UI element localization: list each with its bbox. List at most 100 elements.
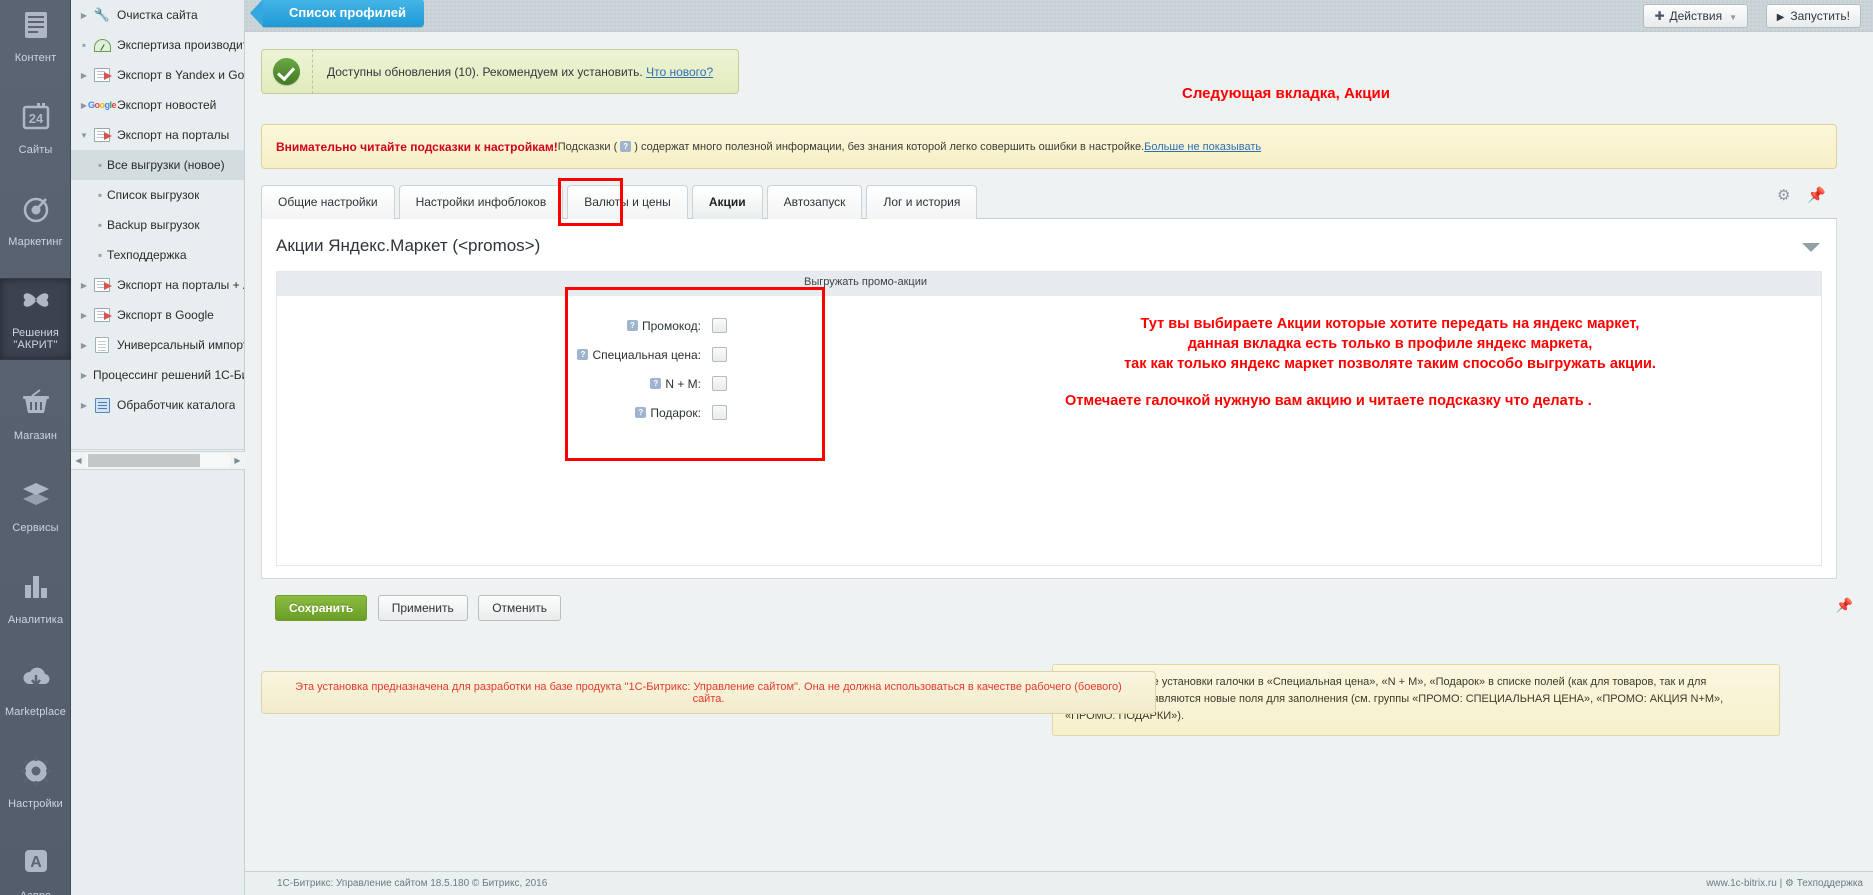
- export-doc-icon: [91, 307, 113, 323]
- tree-item-site-cleanup[interactable]: ▶ 🔧 Очистка сайта: [71, 0, 244, 30]
- tree-item-export-portals-api[interactable]: ▶ Экспорт на порталы + API: [71, 270, 244, 300]
- rail-item-label-2: "АКРИТ": [13, 339, 57, 351]
- tree-horizontal-scrollbar[interactable]: ◀ ▶: [71, 451, 245, 470]
- rail-item-aspro[interactable]: A Аспро: [0, 842, 71, 895]
- chevron-right-icon[interactable]: ▶: [77, 11, 91, 20]
- tree-item-label: Универсальный импорт: [117, 338, 244, 352]
- scroll-left-icon[interactable]: ◀: [71, 456, 86, 465]
- rail-item-services[interactable]: Сервисы: [0, 474, 71, 542]
- actions-button[interactable]: ✚Действия▼: [1643, 4, 1748, 28]
- bullet-icon: ▪: [93, 218, 107, 232]
- dont-show-again-link[interactable]: Больше не показывать: [1144, 141, 1261, 153]
- tree-item-label: Экспорт новостей: [117, 98, 216, 112]
- check-circle-icon: [273, 58, 300, 85]
- tree-item-export-list[interactable]: ▪ Список выгрузок: [71, 180, 244, 210]
- gift-checkbox[interactable]: [712, 405, 727, 420]
- pin-icon[interactable]: 📌: [1836, 597, 1853, 614]
- apply-button[interactable]: Применить: [378, 595, 468, 621]
- tab-infoblock-settings[interactable]: Настройки инфоблоков: [399, 185, 564, 219]
- top-toolbar: Список профилей ✚Действия▼ ▶Запустить!: [245, 0, 1873, 32]
- tree-scroll-area[interactable]: ▶ 🔧 Очистка сайта ▪ Экспертиза производи…: [71, 0, 244, 450]
- scrollbar-thumb[interactable]: [88, 454, 200, 467]
- promocode-checkbox[interactable]: [712, 318, 727, 333]
- tab-general-settings[interactable]: Общие настройки: [261, 185, 395, 219]
- tab-currencies-prices[interactable]: Валюты и цены: [567, 185, 688, 219]
- tree-item-label: Экспорт на порталы: [117, 128, 229, 142]
- whats-new-link[interactable]: Что нового?: [646, 65, 713, 79]
- save-button[interactable]: Сохранить: [275, 595, 367, 621]
- tree-item-backup-exports[interactable]: ▪ Backup выгрузок: [71, 210, 244, 240]
- tab-autostart[interactable]: Автозапуск: [767, 185, 863, 219]
- rail-item-label: Решения: [12, 327, 59, 339]
- tree-item-export-google[interactable]: ▶ Экспорт в Google: [71, 300, 244, 330]
- tree-item-label: Техподдержка: [107, 248, 187, 262]
- export-doc-icon: [91, 277, 113, 293]
- page-title: Акции Яндекс.Маркет (<promos>): [262, 219, 1836, 270]
- shop-basket-icon: [19, 388, 53, 422]
- run-button[interactable]: ▶Запустить!: [1766, 4, 1861, 28]
- hints-warning-text-after: ) содержат много полезной информации, бе…: [634, 141, 1144, 153]
- aspro-a-icon: A: [19, 848, 53, 882]
- rail-item-marketing[interactable]: Маркетинг: [0, 188, 71, 256]
- tab-toolbar-icons: ⚙ 📌: [1777, 186, 1837, 210]
- special-price-checkbox[interactable]: [712, 347, 727, 362]
- n-plus-m-checkbox[interactable]: [712, 376, 727, 391]
- scrollbar-track[interactable]: [86, 454, 230, 467]
- svg-text:24: 24: [28, 111, 43, 126]
- tree-item-catalog-handler[interactable]: ▶ Обработчик каталога: [71, 390, 244, 420]
- google-news-icon: Google: [91, 97, 113, 113]
- chevron-right-icon[interactable]: ▶: [77, 281, 91, 290]
- tree-item-performance[interactable]: ▪ Экспертиза производительности: [71, 30, 244, 60]
- footer-support-link[interactable]: Техподдержка: [1797, 878, 1863, 889]
- chevron-right-icon[interactable]: ▶: [77, 311, 91, 320]
- rail-item-marketplace[interactable]: Marketplace: [0, 658, 71, 726]
- chevron-right-icon[interactable]: ▶: [77, 401, 91, 410]
- chevron-right-icon[interactable]: ▶: [77, 341, 91, 350]
- svg-text:A: A: [30, 854, 42, 871]
- chevron-right-icon[interactable]: ▶: [77, 371, 91, 380]
- rail-item-label: Аспро: [0, 890, 71, 895]
- question-mark-icon[interactable]: ?: [627, 320, 638, 331]
- rail-item-label: Аналитика: [0, 614, 71, 626]
- footer-site-link[interactable]: www.1c-bitrix.ru: [1706, 878, 1777, 889]
- bullet-icon: ▪: [77, 38, 91, 52]
- tree-item-support[interactable]: ▪ Техподдержка: [71, 240, 244, 270]
- rail-item-analytics[interactable]: Аналитика: [0, 566, 71, 634]
- marketplace-cloud-icon: [19, 664, 53, 698]
- scroll-right-icon[interactable]: ▶: [230, 456, 245, 465]
- tree-item-processing-1c-bitrix[interactable]: ▶ Процессинг решений 1С-Битрикс: [71, 360, 244, 390]
- rail-item-shop[interactable]: Магазин: [0, 382, 71, 450]
- question-mark-icon[interactable]: ?: [577, 349, 588, 360]
- gear-icon[interactable]: ⚙: [1777, 186, 1790, 204]
- actions-button-label: Действия: [1670, 9, 1723, 23]
- annotation-line-1: Тут вы выбираете Акции которые хотите пе…: [1065, 314, 1715, 334]
- tree-item-label: Список выгрузок: [107, 188, 199, 202]
- annotation-right-block: Тут вы выбираете Акции которые хотите пе…: [1065, 314, 1715, 411]
- attention-note: Внимание! После установки галочки в «Спе…: [1052, 664, 1780, 736]
- rail-item-sites[interactable]: 24 Сайты: [0, 96, 71, 164]
- profiles-list-tab[interactable]: Список профилей: [263, 0, 424, 27]
- export-doc-icon: [91, 127, 113, 143]
- field-row-n-plus-m: ? N + M:: [467, 376, 727, 391]
- chevron-down-icon[interactable]: [1802, 243, 1820, 252]
- cancel-button[interactable]: Отменить: [478, 595, 561, 621]
- rail-item-settings[interactable]: Настройки: [0, 750, 71, 818]
- question-mark-icon[interactable]: ?: [635, 407, 646, 418]
- annotation-line-3: так как только яндекс маркет позволяте т…: [1065, 354, 1715, 374]
- tree-item-export-news[interactable]: ▶ Google Экспорт новостей: [71, 90, 244, 120]
- tab-log-history[interactable]: Лог и история: [866, 185, 977, 219]
- rail-item-akrit-solutions[interactable]: Решения "АКРИТ": [0, 278, 71, 360]
- annotation-top-text: Следующая вкладка, Акции: [1071, 85, 1501, 102]
- chevron-right-icon[interactable]: ▶: [77, 71, 91, 80]
- tree-item-export-yandex-google[interactable]: ▶ Экспорт в Yandex и Google: [71, 60, 244, 90]
- tree-item-all-exports[interactable]: ▪ Все выгрузки (новое): [71, 150, 244, 180]
- rail-item-content[interactable]: Контент: [0, 4, 71, 72]
- tree-item-export-portals[interactable]: ▼ Экспорт на порталы: [71, 120, 244, 150]
- tree-item-universal-import[interactable]: ▶ Универсальный импорт: [71, 330, 244, 360]
- tree-item-label: Экспорт в Google: [117, 308, 214, 322]
- pin-icon[interactable]: 📌: [1807, 186, 1826, 204]
- question-mark-icon[interactable]: ?: [650, 378, 661, 389]
- field-row-gift: ? Подарок:: [467, 405, 727, 420]
- tab-promos[interactable]: Акции: [692, 185, 763, 219]
- chevron-down-icon[interactable]: ▼: [77, 131, 91, 140]
